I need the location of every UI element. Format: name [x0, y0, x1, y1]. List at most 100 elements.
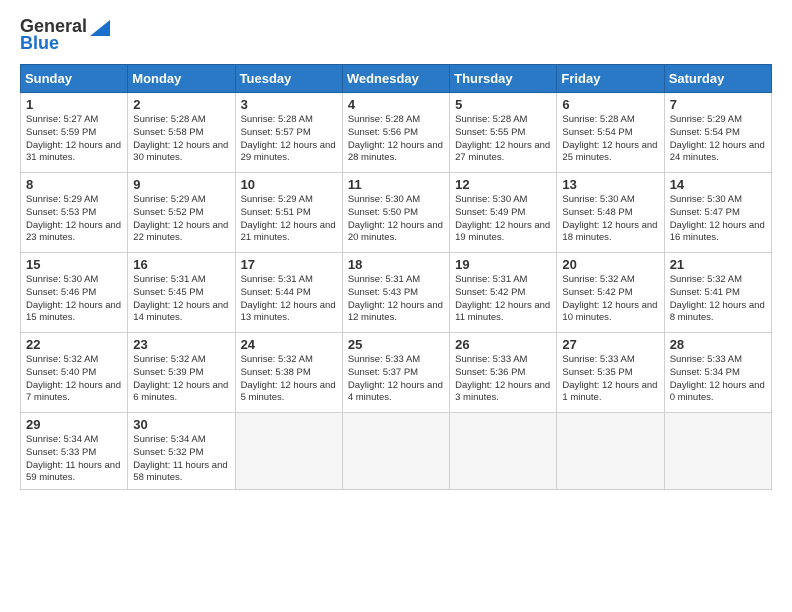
calendar-cell-5-3: [342, 413, 449, 490]
day-number: 5: [455, 97, 551, 112]
day-number: 4: [348, 97, 444, 112]
cell-info: Sunrise: 5:31 AMSunset: 5:42 PMDaylight:…: [455, 274, 551, 325]
cell-info: Sunrise: 5:30 AMSunset: 5:49 PMDaylight:…: [455, 194, 551, 245]
cell-info: Sunrise: 5:31 AMSunset: 5:43 PMDaylight:…: [348, 274, 444, 325]
weekday-header-saturday: Saturday: [664, 65, 771, 93]
page: General Blue SundayMondayTuesdayWednesda…: [0, 0, 792, 612]
cell-info: Sunrise: 5:27 AMSunset: 5:59 PMDaylight:…: [26, 114, 122, 165]
day-number: 26: [455, 337, 551, 352]
calendar-cell-4-3: 25 Sunrise: 5:33 AMSunset: 5:37 PMDayligh…: [342, 333, 449, 413]
calendar-cell-3-5: 20 Sunrise: 5:32 AMSunset: 5:42 PMDayligh…: [557, 253, 664, 333]
cell-info: Sunrise: 5:30 AMSunset: 5:46 PMDaylight:…: [26, 274, 122, 325]
day-number: 23: [133, 337, 229, 352]
cell-info: Sunrise: 5:30 AMSunset: 5:48 PMDaylight:…: [562, 194, 658, 245]
calendar-cell-3-4: 19 Sunrise: 5:31 AMSunset: 5:42 PMDayligh…: [450, 253, 557, 333]
calendar-row-3: 15 Sunrise: 5:30 AMSunset: 5:46 PMDayligh…: [21, 253, 772, 333]
day-number: 7: [670, 97, 766, 112]
day-number: 17: [241, 257, 337, 272]
cell-info: Sunrise: 5:33 AMSunset: 5:37 PMDaylight:…: [348, 354, 444, 405]
calendar-cell-1-1: 2 Sunrise: 5:28 AMSunset: 5:58 PMDaylight…: [128, 93, 235, 173]
day-number: 28: [670, 337, 766, 352]
calendar-cell-4-5: 27 Sunrise: 5:33 AMSunset: 5:35 PMDayligh…: [557, 333, 664, 413]
calendar-cell-3-2: 17 Sunrise: 5:31 AMSunset: 5:44 PMDayligh…: [235, 253, 342, 333]
calendar-cell-4-4: 26 Sunrise: 5:33 AMSunset: 5:36 PMDayligh…: [450, 333, 557, 413]
calendar-cell-1-5: 6 Sunrise: 5:28 AMSunset: 5:54 PMDaylight…: [557, 93, 664, 173]
cell-info: Sunrise: 5:34 AMSunset: 5:32 PMDaylight:…: [133, 434, 229, 485]
calendar-cell-2-1: 9 Sunrise: 5:29 AMSunset: 5:52 PMDaylight…: [128, 173, 235, 253]
calendar-cell-5-4: [450, 413, 557, 490]
header: General Blue: [20, 16, 772, 54]
day-number: 13: [562, 177, 658, 192]
day-number: 21: [670, 257, 766, 272]
cell-info: Sunrise: 5:32 AMSunset: 5:40 PMDaylight:…: [26, 354, 122, 405]
cell-info: Sunrise: 5:28 AMSunset: 5:55 PMDaylight:…: [455, 114, 551, 165]
day-number: 12: [455, 177, 551, 192]
weekday-header-friday: Friday: [557, 65, 664, 93]
cell-info: Sunrise: 5:31 AMSunset: 5:45 PMDaylight:…: [133, 274, 229, 325]
cell-info: Sunrise: 5:33 AMSunset: 5:36 PMDaylight:…: [455, 354, 551, 405]
cell-info: Sunrise: 5:28 AMSunset: 5:57 PMDaylight:…: [241, 114, 337, 165]
calendar-cell-1-2: 3Sunrise: 5:28 AMSunset: 5:57 PMDaylight…: [235, 93, 342, 173]
weekday-header-thursday: Thursday: [450, 65, 557, 93]
cell-info: Sunrise: 5:32 AMSunset: 5:42 PMDaylight:…: [562, 274, 658, 325]
cell-info: Sunrise: 5:32 AMSunset: 5:38 PMDaylight:…: [241, 354, 337, 405]
day-number: 8: [26, 177, 122, 192]
day-number: 22: [26, 337, 122, 352]
day-number: 29: [26, 417, 122, 432]
calendar-row-5: 29 Sunrise: 5:34 AMSunset: 5:33 PMDayligh…: [21, 413, 772, 490]
day-number: 25: [348, 337, 444, 352]
day-number: 16: [133, 257, 229, 272]
day-number: 11: [348, 177, 444, 192]
day-number: 30: [133, 417, 229, 432]
day-number: 6: [562, 97, 658, 112]
cell-info: Sunrise: 5:34 AMSunset: 5:33 PMDaylight:…: [26, 434, 122, 485]
day-number: 27: [562, 337, 658, 352]
cell-info: Sunrise: 5:28 AMSunset: 5:58 PMDaylight:…: [133, 114, 229, 165]
logo: General Blue: [20, 16, 111, 54]
calendar-cell-2-0: 8Sunrise: 5:29 AMSunset: 5:53 PMDaylight…: [21, 173, 128, 253]
logo-blue-text: Blue: [20, 33, 59, 54]
weekday-header-wednesday: Wednesday: [342, 65, 449, 93]
day-number: 14: [670, 177, 766, 192]
cell-info: Sunrise: 5:29 AMSunset: 5:54 PMDaylight:…: [670, 114, 766, 165]
calendar-cell-3-3: 18 Sunrise: 5:31 AMSunset: 5:43 PMDayligh…: [342, 253, 449, 333]
weekday-header-sunday: Sunday: [21, 65, 128, 93]
day-number: 15: [26, 257, 122, 272]
calendar-cell-1-3: 4 Sunrise: 5:28 AMSunset: 5:56 PMDaylight…: [342, 93, 449, 173]
calendar-cell-1-6: 7 Sunrise: 5:29 AMSunset: 5:54 PMDaylight…: [664, 93, 771, 173]
cell-info: Sunrise: 5:33 AMSunset: 5:35 PMDaylight:…: [562, 354, 658, 405]
cell-info: Sunrise: 5:30 AMSunset: 5:47 PMDaylight:…: [670, 194, 766, 245]
calendar-cell-2-6: 14 Sunrise: 5:30 AMSunset: 5:47 PMDayligh…: [664, 173, 771, 253]
day-number: 18: [348, 257, 444, 272]
weekday-header-tuesday: Tuesday: [235, 65, 342, 93]
day-number: 1: [26, 97, 122, 112]
calendar-cell-4-0: 22 Sunrise: 5:32 AMSunset: 5:40 PMDayligh…: [21, 333, 128, 413]
weekday-header-row: SundayMondayTuesdayWednesdayThursdayFrid…: [21, 65, 772, 93]
cell-info: Sunrise: 5:28 AMSunset: 5:54 PMDaylight:…: [562, 114, 658, 165]
day-number: 24: [241, 337, 337, 352]
weekday-header-monday: Monday: [128, 65, 235, 93]
day-number: 19: [455, 257, 551, 272]
cell-info: Sunrise: 5:30 AMSunset: 5:50 PMDaylight:…: [348, 194, 444, 245]
calendar-row-1: 1 Sunrise: 5:27 AMSunset: 5:59 PMDaylight…: [21, 93, 772, 173]
calendar-cell-4-2: 24 Sunrise: 5:32 AMSunset: 5:38 PMDayligh…: [235, 333, 342, 413]
calendar-cell-1-0: 1 Sunrise: 5:27 AMSunset: 5:59 PMDaylight…: [21, 93, 128, 173]
calendar-cell-4-6: 28 Sunrise: 5:33 AMSunset: 5:34 PMDayligh…: [664, 333, 771, 413]
calendar-cell-4-1: 23Sunrise: 5:32 AMSunset: 5:39 PMDayligh…: [128, 333, 235, 413]
cell-info: Sunrise: 5:32 AMSunset: 5:41 PMDaylight:…: [670, 274, 766, 325]
calendar-cell-5-1: 30 Sunrise: 5:34 AMSunset: 5:32 PMDayligh…: [128, 413, 235, 490]
calendar-cell-1-4: 5 Sunrise: 5:28 AMSunset: 5:55 PMDaylight…: [450, 93, 557, 173]
cell-info: Sunrise: 5:29 AMSunset: 5:52 PMDaylight:…: [133, 194, 229, 245]
cell-info: Sunrise: 5:29 AMSunset: 5:51 PMDaylight:…: [241, 194, 337, 245]
cell-info: Sunrise: 5:31 AMSunset: 5:44 PMDaylight:…: [241, 274, 337, 325]
calendar-row-2: 8Sunrise: 5:29 AMSunset: 5:53 PMDaylight…: [21, 173, 772, 253]
day-number: 20: [562, 257, 658, 272]
cell-info: Sunrise: 5:33 AMSunset: 5:34 PMDaylight:…: [670, 354, 766, 405]
calendar-cell-3-6: 21 Sunrise: 5:32 AMSunset: 5:41 PMDayligh…: [664, 253, 771, 333]
calendar-cell-5-0: 29 Sunrise: 5:34 AMSunset: 5:33 PMDayligh…: [21, 413, 128, 490]
cell-info: Sunrise: 5:28 AMSunset: 5:56 PMDaylight:…: [348, 114, 444, 165]
day-number: 9: [133, 177, 229, 192]
day-number: 2: [133, 97, 229, 112]
calendar-row-4: 22 Sunrise: 5:32 AMSunset: 5:40 PMDayligh…: [21, 333, 772, 413]
calendar-cell-2-5: 13 Sunrise: 5:30 AMSunset: 5:48 PMDayligh…: [557, 173, 664, 253]
